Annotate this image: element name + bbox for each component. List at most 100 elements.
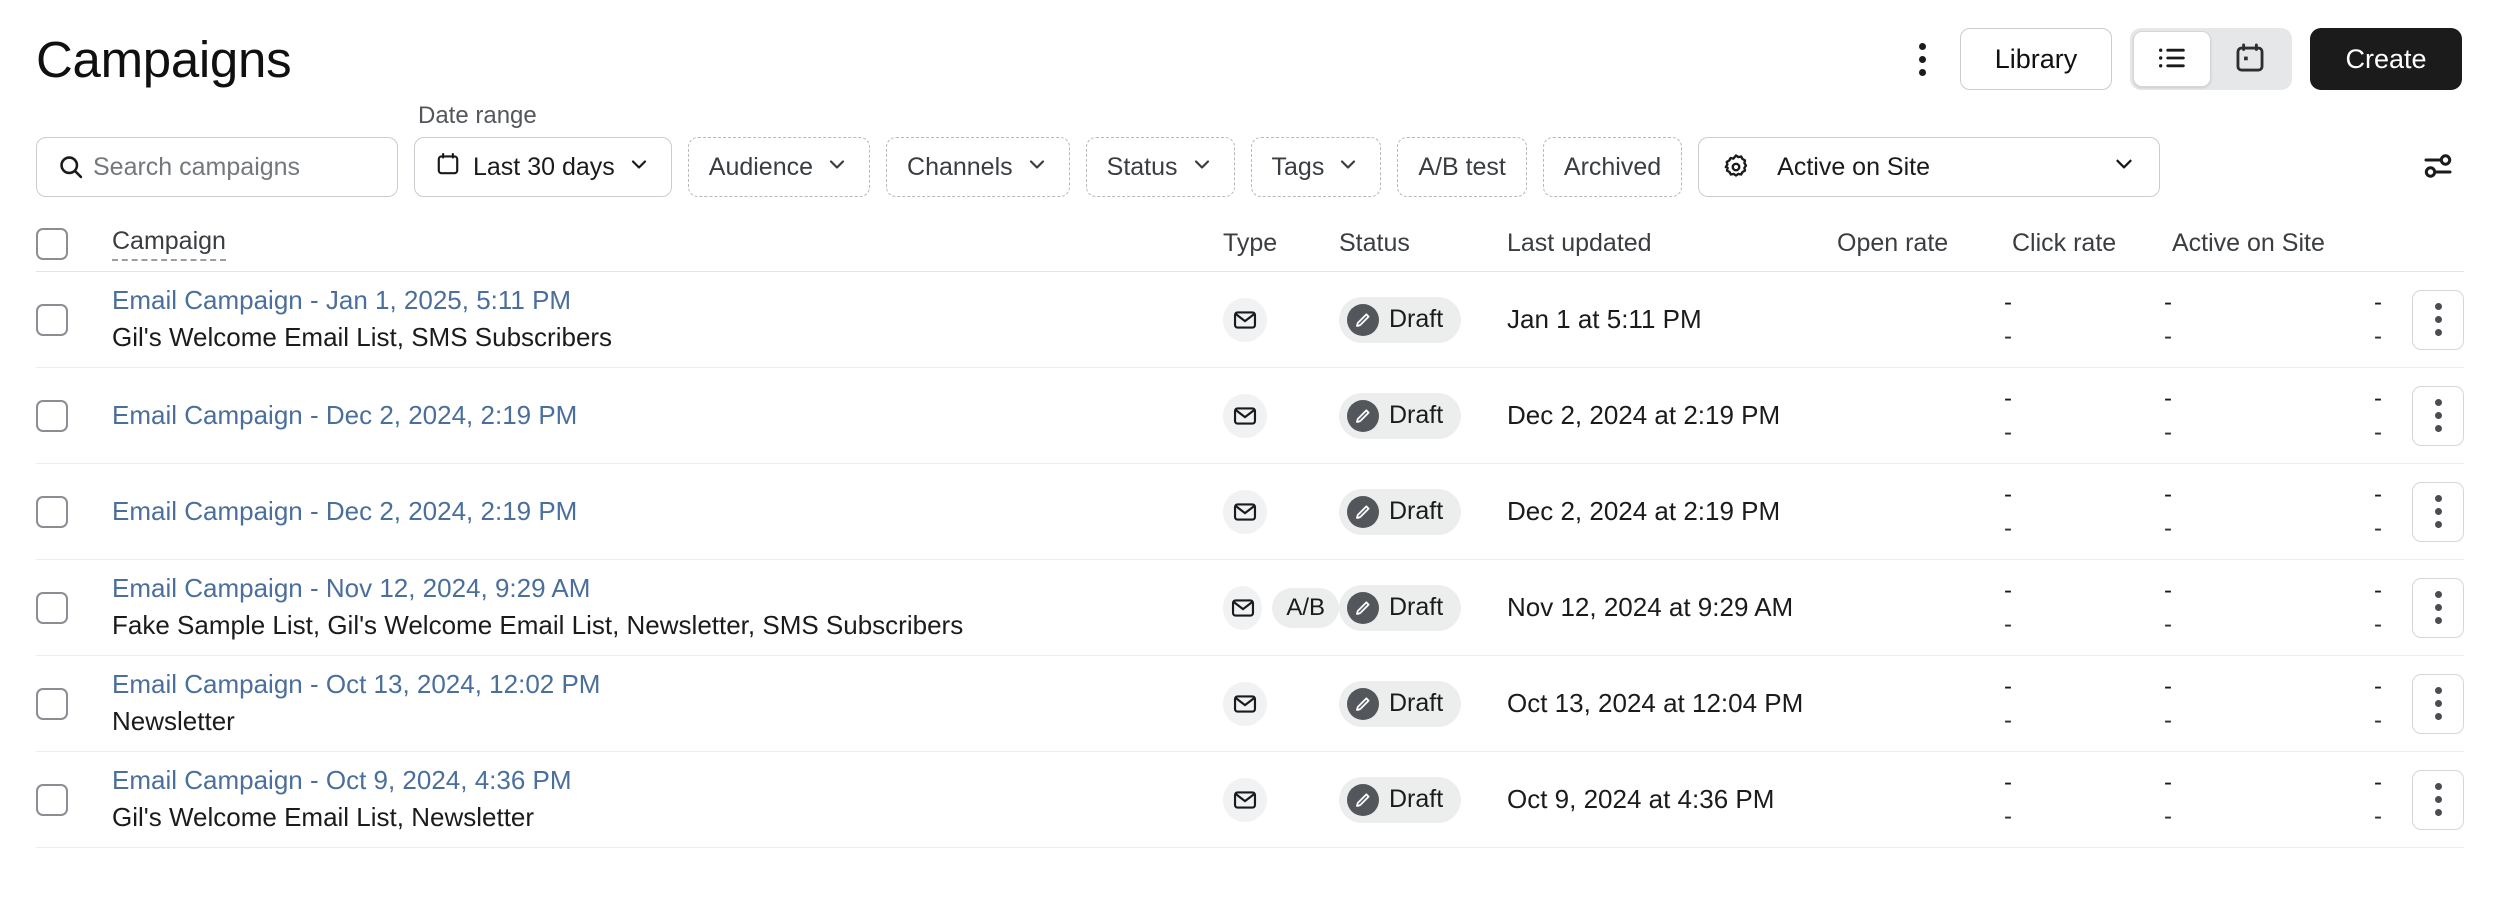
click-rate-value: - — [2164, 288, 2172, 316]
row-select-cell — [36, 687, 84, 720]
tags-filter-button[interactable]: Tags — [1250, 137, 1382, 197]
list-view-toggle-button[interactable] — [2133, 31, 2211, 87]
campaign-name-link[interactable]: Email Campaign - Dec 2, 2024, 2:19 PM — [112, 495, 1223, 529]
kebab-vertical-icon — [2434, 687, 2442, 694]
open-rate-value: - — [2004, 768, 2012, 796]
campaign-name-link[interactable]: Email Campaign - Nov 12, 2024, 9:29 AM — [112, 572, 1223, 606]
active-on-site-cell: -- — [2172, 578, 2382, 638]
status-label: Draft — [1389, 593, 1444, 621]
table-row[interactable]: Email Campaign - Dec 2, 2024, 2:19 PM Dr… — [36, 368, 2464, 464]
column-header-last-updated: Last updated — [1507, 229, 1652, 257]
last-updated-value: Oct 9, 2024 at 4:36 PM — [1507, 784, 1775, 814]
active-on-site-value: - — [2374, 768, 2382, 796]
archived-filter-button[interactable]: Archived — [1542, 137, 1683, 197]
campaign-audience-subtitle: Gil's Welcome Email List, SMS Subscriber… — [112, 322, 613, 352]
active-on-site-subvalue: - — [2374, 514, 2382, 542]
last-updated-cell: Dec 2, 2024 at 2:19 PM — [1507, 496, 1837, 527]
row-checkbox[interactable] — [36, 399, 68, 432]
row-actions-cell — [2382, 769, 2464, 830]
row-checkbox[interactable] — [36, 783, 68, 816]
row-checkbox[interactable] — [36, 687, 68, 720]
audience-filter-button[interactable]: Audience — [687, 137, 871, 197]
kebab-vertical-icon — [2434, 399, 2442, 406]
open-rate-subvalue: - — [2004, 418, 2012, 446]
last-updated-cell: Nov 12, 2024 at 9:29 AM — [1507, 592, 1837, 623]
click-rate-value: - — [2164, 768, 2172, 796]
row-checkbox[interactable] — [36, 591, 68, 624]
library-button[interactable]: Library — [1960, 28, 2112, 90]
open-rate-subvalue: - — [2004, 802, 2012, 830]
status-filter-button[interactable]: Status — [1085, 137, 1235, 197]
click-rate-subvalue: - — [2164, 802, 2172, 830]
email-icon — [1223, 585, 1263, 630]
row-overflow-menu-button[interactable] — [2412, 577, 2464, 638]
campaign-cell: Email Campaign - Jan 1, 2025, 5:11 PM Gi… — [84, 284, 1223, 355]
row-checkbox[interactable] — [36, 495, 68, 528]
click-rate-value: - — [2164, 576, 2172, 604]
status-badge: Draft — [1339, 488, 1462, 535]
select-all-checkbox[interactable] — [36, 227, 68, 260]
search-campaigns-field[interactable] — [36, 137, 398, 197]
audience-filter-label: Audience — [708, 152, 814, 181]
page-header: Campaigns Library Create — [0, 0, 2500, 118]
status-badge: Draft — [1339, 680, 1462, 727]
campaign-cell: Email Campaign - Dec 2, 2024, 2:19 PM — [84, 495, 1223, 529]
row-overflow-menu-button[interactable] — [2412, 385, 2464, 446]
open-rate-subvalue: - — [2004, 322, 2012, 350]
table-row[interactable]: Email Campaign - Nov 12, 2024, 9:29 AM F… — [36, 560, 2464, 656]
row-overflow-menu-button[interactable] — [2412, 289, 2464, 350]
click-rate-subvalue: - — [2164, 322, 2172, 350]
open-rate-subvalue: - — [2004, 610, 2012, 638]
page-title: Campaigns — [36, 30, 292, 88]
campaign-name-link[interactable]: Email Campaign - Oct 9, 2024, 4:36 PM — [112, 764, 1223, 798]
table-row[interactable]: Email Campaign - Oct 9, 2024, 4:36 PM Gi… — [36, 752, 2464, 848]
column-header-campaign[interactable]: Campaign — [84, 227, 1223, 261]
kebab-vertical-icon — [2434, 713, 2442, 720]
click-rate-subvalue: - — [2164, 514, 2172, 542]
table-row[interactable]: Email Campaign - Oct 13, 2024, 12:02 PM … — [36, 656, 2464, 752]
row-checkbox[interactable] — [36, 303, 68, 336]
click-rate-subvalue: - — [2164, 706, 2172, 734]
active-on-site-cell: -- — [2172, 674, 2382, 733]
campaign-name-link[interactable]: Email Campaign - Oct 13, 2024, 12:02 PM — [112, 668, 1223, 702]
kebab-vertical-icon — [2434, 591, 2442, 598]
row-select-cell — [36, 399, 84, 432]
campaign-name-link[interactable]: Email Campaign - Dec 2, 2024, 2:19 PM — [112, 399, 1223, 433]
active-on-site-subvalue: - — [2374, 322, 2382, 350]
kebab-vertical-icon — [2434, 303, 2442, 310]
email-icon — [1223, 297, 1267, 342]
row-overflow-menu-button[interactable] — [2412, 769, 2464, 830]
date-range-filter-button[interactable]: Last 30 days — [414, 137, 672, 197]
campaign-audience-subtitle: Fake Sample List, Gil's Welcome Email Li… — [112, 610, 964, 640]
row-overflow-menu-button[interactable] — [2412, 673, 2464, 734]
active-on-site-subvalue: - — [2374, 610, 2382, 638]
table-header-row: Campaign Type Status Last updated Open r… — [36, 216, 2464, 272]
row-select-cell — [36, 303, 84, 336]
tags-filter-label: Tags — [1271, 152, 1325, 181]
campaign-name-link[interactable]: Email Campaign - Jan 1, 2025, 5:11 PM — [112, 284, 1223, 318]
column-settings-button[interactable] — [2412, 141, 2464, 193]
last-updated-cell: Oct 9, 2024 at 4:36 PM — [1507, 784, 1837, 815]
status-cell: Draft — [1339, 776, 1507, 823]
row-overflow-menu-button[interactable] — [2412, 481, 2464, 542]
channels-filter-button[interactable]: Channels — [886, 137, 1070, 197]
table-body: Email Campaign - Jan 1, 2025, 5:11 PM Gi… — [36, 272, 2464, 848]
ab-test-filter-button[interactable]: A/B test — [1397, 137, 1527, 197]
active-on-site-value: - — [2374, 288, 2382, 316]
search-input[interactable] — [93, 152, 397, 182]
create-button[interactable]: Create — [2310, 28, 2462, 90]
table-row[interactable]: Email Campaign - Jan 1, 2025, 5:11 PM Gi… — [36, 272, 2464, 368]
type-cell — [1223, 777, 1339, 822]
header-overflow-menu-button[interactable] — [1900, 35, 1944, 83]
status-label: Draft — [1389, 305, 1444, 333]
active-on-site-select[interactable]: Active on Site — [1698, 137, 2161, 197]
status-cell: Draft — [1339, 392, 1507, 439]
calendar-view-toggle-button[interactable] — [2211, 31, 2289, 87]
table-row[interactable]: Email Campaign - Dec 2, 2024, 2:19 PM Dr… — [36, 464, 2464, 560]
active-on-site-cell: -- — [2172, 288, 2382, 350]
campaign-cell: Email Campaign - Nov 12, 2024, 9:29 AM F… — [84, 572, 1223, 643]
pencil-icon — [1347, 783, 1379, 816]
type-cell — [1223, 489, 1339, 534]
open-rate-cell: -- — [1837, 674, 2012, 733]
click-rate-subvalue: - — [2164, 418, 2172, 446]
